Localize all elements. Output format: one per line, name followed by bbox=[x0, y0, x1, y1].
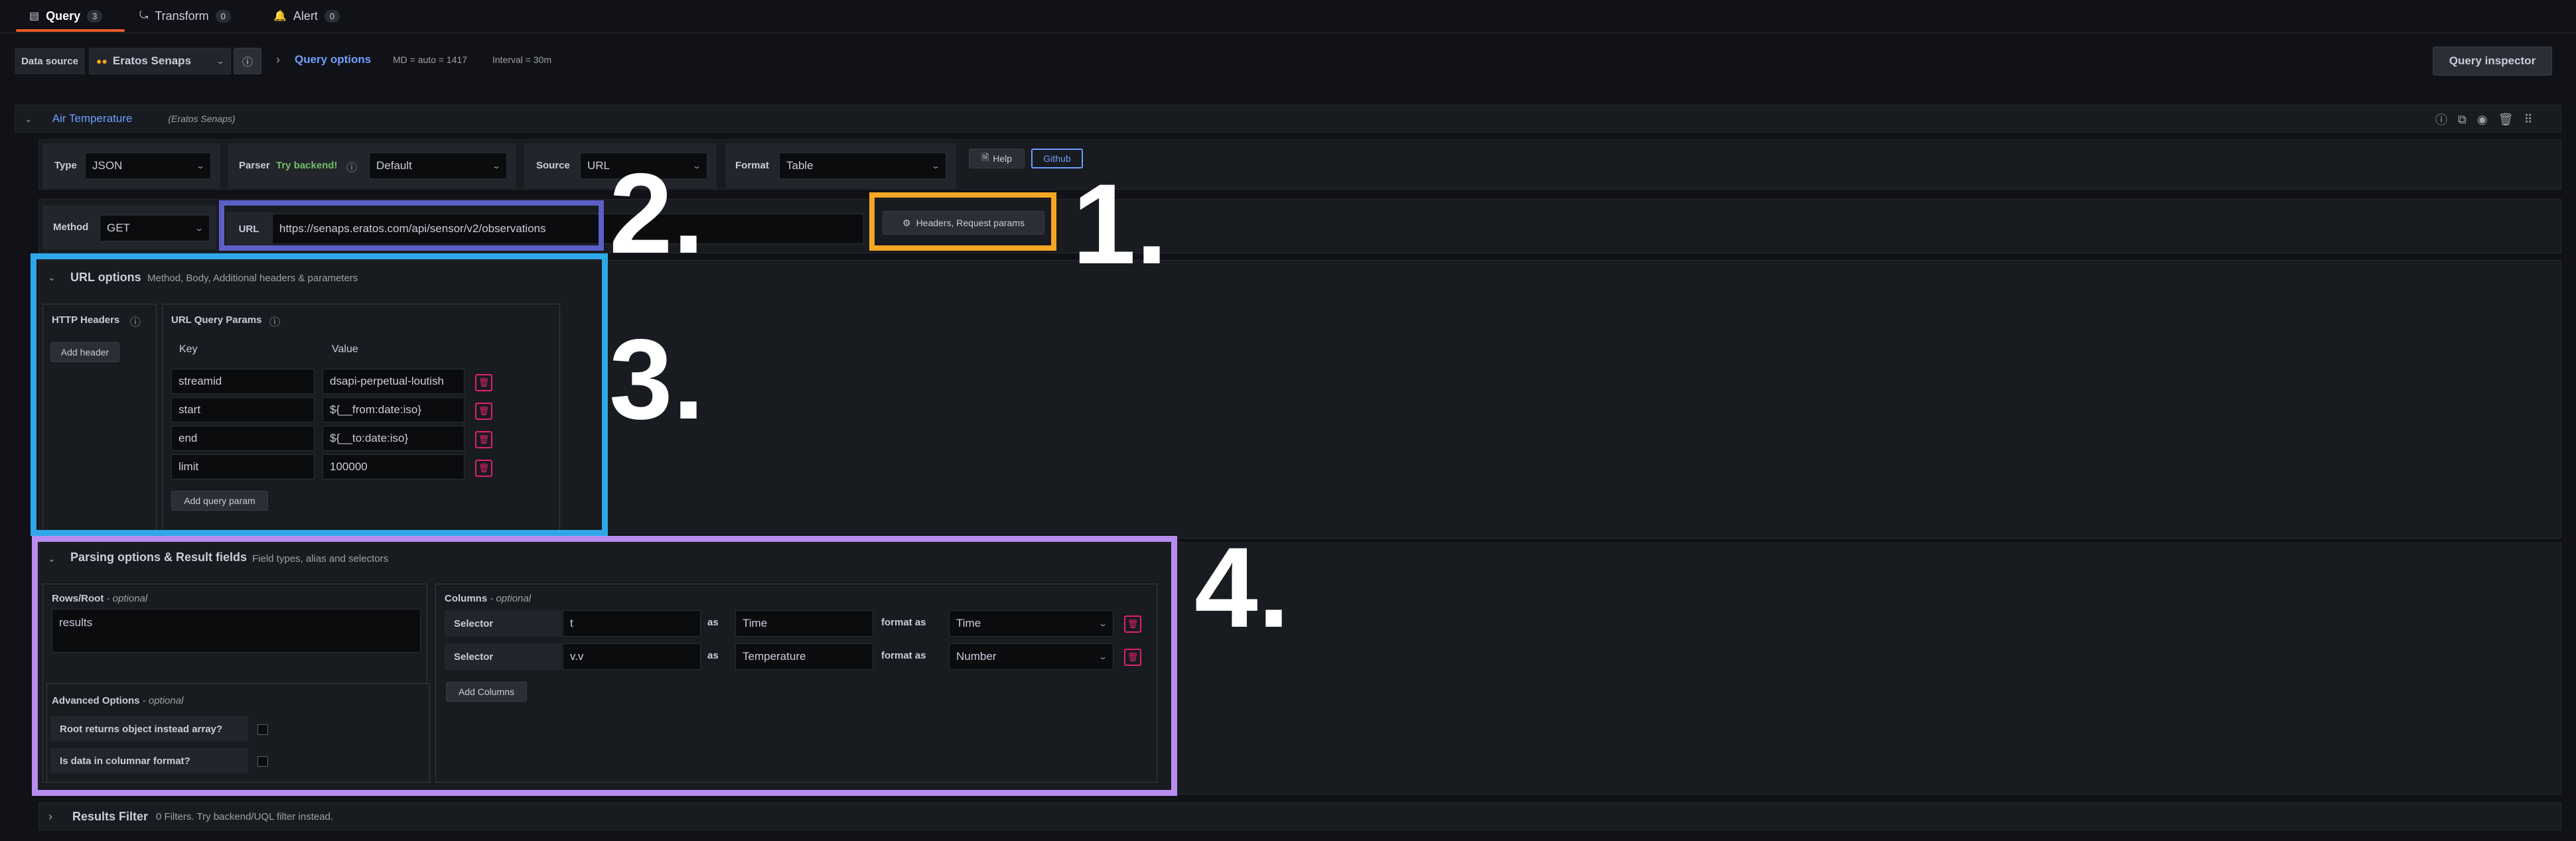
document-icon: 🗎 bbox=[981, 152, 989, 162]
help-button[interactable]: 🗎 Help bbox=[969, 149, 1025, 168]
try-backend-text[interactable]: Try backend! bbox=[276, 160, 338, 171]
query-datasource: (Eratos Senaps) bbox=[168, 113, 236, 124]
source-value: URL bbox=[587, 159, 610, 172]
format-label: Format bbox=[735, 160, 769, 171]
chevron-down-icon: ⌄ bbox=[194, 224, 204, 233]
datasource-value: Eratos Senaps bbox=[112, 54, 192, 67]
annotation-box-4 bbox=[32, 536, 1177, 796]
eratos-logo-icon: ●● bbox=[96, 56, 107, 66]
eye-icon[interactable]: ◉ bbox=[2477, 113, 2488, 127]
tab-bar bbox=[0, 0, 2576, 33]
interval-text: Interval = 30m bbox=[492, 54, 552, 65]
chevron-down-icon: ⌄ bbox=[930, 161, 941, 170]
query-row-header[interactable]: ⌄ Air Temperature (Eratos Senaps) bbox=[15, 105, 2561, 133]
help-circle-icon: ⓘ bbox=[242, 57, 253, 68]
datasource-help-button[interactable]: ⓘ bbox=[234, 48, 261, 74]
chevron-down-icon: ⌄ bbox=[491, 161, 502, 170]
annotation-box-1 bbox=[869, 192, 1056, 251]
chevron-right-icon: › bbox=[276, 53, 280, 66]
datasource-picker[interactable]: ●● Eratos Senaps ⌄ bbox=[89, 48, 231, 74]
type-select[interactable]: JSON ⌄ bbox=[85, 153, 211, 179]
source-label: Source bbox=[536, 160, 570, 171]
parser-label: Parser bbox=[239, 160, 270, 171]
type-label: Type bbox=[54, 160, 77, 171]
results-filter-row[interactable]: › Results Filter 0 Filters. Try backend/… bbox=[38, 803, 2561, 830]
method-select[interactable]: GET ⌄ bbox=[100, 215, 210, 241]
tab-active-underline bbox=[16, 29, 125, 32]
annotation-label-3: 3. bbox=[609, 316, 705, 443]
method-label: Method bbox=[53, 222, 89, 233]
tab-alert-count: 0 bbox=[324, 9, 340, 23]
transform-icon: ⤿ bbox=[139, 10, 149, 21]
info-icon: ⓘ bbox=[346, 162, 358, 174]
annotation-box-3 bbox=[31, 253, 608, 536]
tab-query-count: 3 bbox=[87, 9, 103, 23]
tab-alert[interactable]: 🔔 Alert 0 bbox=[273, 0, 366, 32]
format-value: Table bbox=[786, 159, 814, 172]
tab-transform-label: Transform bbox=[155, 9, 209, 23]
chevron-down-icon: ⌄ bbox=[215, 56, 226, 66]
parser-select[interactable]: Default ⌄ bbox=[369, 153, 507, 179]
md-text: MD = auto = 1417 bbox=[393, 54, 468, 65]
method-value: GET bbox=[107, 222, 130, 234]
tab-transform-count: 0 bbox=[215, 9, 231, 23]
results-filter-subtitle: 0 Filters. Try backend/UQL filter instea… bbox=[156, 810, 334, 822]
datasource-label: Data source bbox=[15, 48, 85, 74]
parser-value: Default bbox=[376, 159, 412, 172]
type-value: JSON bbox=[92, 159, 123, 172]
annotation-label-4: 4. bbox=[1194, 524, 1290, 651]
query-name[interactable]: Air Temperature bbox=[52, 112, 133, 125]
drag-handle-icon[interactable]: ⠿ bbox=[2524, 113, 2532, 127]
format-select[interactable]: Table ⌄ bbox=[779, 153, 946, 179]
tab-query[interactable]: ▤ Query 3 bbox=[13, 0, 125, 32]
annotation-label-2: 2. bbox=[609, 150, 705, 277]
results-filter-title: Results Filter bbox=[72, 809, 149, 823]
help-button-label: Help bbox=[993, 153, 1013, 164]
query-inspector-button[interactable]: Query inspector bbox=[2433, 46, 2552, 76]
chevron-down-icon: ⌄ bbox=[195, 161, 206, 170]
query-options-link[interactable]: Query options bbox=[295, 53, 371, 66]
chevron-right-icon: › bbox=[48, 809, 52, 823]
bell-icon: 🔔 bbox=[273, 11, 287, 22]
duplicate-icon[interactable]: ⧉ bbox=[2458, 113, 2467, 127]
trash-icon[interactable]: 🗑 bbox=[2498, 113, 2514, 127]
tab-query-label: Query bbox=[46, 9, 81, 23]
query-row-actions: ⓘ ⧉ ◉ 🗑 ⠿ bbox=[2435, 110, 2548, 129]
help-icon[interactable]: ⓘ bbox=[2435, 111, 2447, 128]
tab-alert-label: Alert bbox=[293, 9, 318, 23]
tab-transform[interactable]: ⤿ Transform 0 bbox=[139, 0, 252, 32]
annotation-label-1: 1. bbox=[1072, 161, 1168, 288]
collapse-chevron-icon[interactable]: ⌄ bbox=[25, 113, 33, 125]
annotation-box-2 bbox=[219, 200, 604, 251]
database-icon: ▤ bbox=[29, 11, 40, 22]
